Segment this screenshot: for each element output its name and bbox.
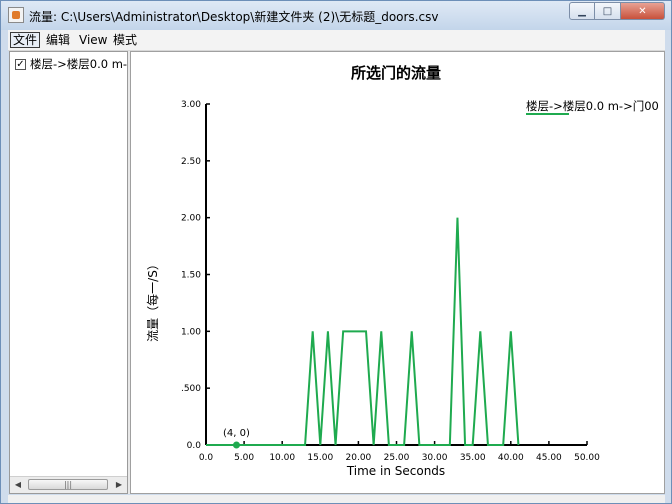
scroll-thumb[interactable]: ||| — [28, 479, 108, 490]
x-tick-label: 40.00 — [498, 453, 524, 463]
x-tick-label: 15.00 — [307, 453, 333, 463]
y-tick-label: 1.50 — [181, 271, 201, 281]
chart-title: 所选门的流量 — [351, 64, 441, 82]
menu-view[interactable]: View — [77, 32, 109, 48]
x-tick-label: 35.00 — [460, 453, 486, 463]
menu-bar: 文件 编辑 View 模式 — [8, 30, 665, 51]
menu-file[interactable]: 文件 — [10, 32, 41, 48]
series-line — [206, 217, 520, 446]
tree-item-door00[interactable]: ✓ 楼层->楼层0.0 m->门00 — [15, 56, 128, 72]
app-window: 流量: C:\Users\Administrator\Desktop\新建文件夹… — [0, 0, 672, 504]
menu-edit[interactable]: 编辑 — [44, 32, 72, 48]
status-strip — [8, 495, 665, 503]
scroll-left-icon[interactable]: ◀ — [10, 477, 26, 493]
x-tick-label: 10.00 — [269, 453, 295, 463]
x-tick-label: 45.00 — [536, 453, 562, 463]
window-controls: ▁ □ ✕ — [569, 2, 665, 20]
x-tick-label: 20.00 — [346, 453, 372, 463]
x-axis-label: Time in Seconds — [346, 464, 445, 478]
scroll-right-icon[interactable]: ▶ — [111, 477, 127, 493]
tree-item-label: 楼层->楼层0.0 m->门00 — [30, 57, 128, 71]
flow-chart: 所选门的流量 流量（每一/S） Time in Seconds 楼层->楼层0.… — [145, 64, 659, 478]
chart-panel: 所选门的流量 流量（每一/S） Time in Seconds 楼层->楼层0.… — [130, 51, 665, 494]
x-tick-label: 5.00 — [234, 453, 254, 463]
y-tick-label: 2.50 — [181, 157, 201, 167]
y-tick-label: 2.00 — [181, 214, 201, 224]
horizontal-scrollbar[interactable]: ◀ ||| ▶ — [10, 476, 127, 493]
x-tick-label: 30.00 — [422, 453, 448, 463]
annotation-label: (4, 0) — [223, 428, 250, 439]
y-tick-label: .500 — [181, 384, 201, 394]
title-bar[interactable]: 流量: C:\Users\Administrator\Desktop\新建文件夹… — [1, 1, 671, 30]
x-tick-label: 0.0 — [199, 453, 214, 463]
annotation-point — [232, 441, 240, 449]
y-tick-label: 1.00 — [181, 327, 201, 337]
minimize-icon[interactable]: ▁ — [569, 2, 595, 20]
x-tick-label: 25.00 — [384, 453, 410, 463]
y-tick-label: 3.00 — [181, 100, 201, 110]
door-checkbox[interactable]: ✓ — [15, 58, 26, 70]
x-tick-label: 50.00 — [574, 453, 600, 463]
maximize-icon[interactable]: □ — [595, 2, 621, 20]
y-tick-label: 0.0 — [187, 441, 202, 451]
door-list-panel: ✓ 楼层->楼层0.0 m->门00 ◀ ||| ▶ — [9, 51, 128, 494]
window-title: 流量: C:\Users\Administrator\Desktop\新建文件夹… — [29, 10, 439, 24]
legend-label: 楼层->楼层0.0 m->门00 — [526, 99, 659, 113]
menu-mode[interactable]: 模式 — [111, 32, 139, 48]
java-app-icon — [8, 7, 24, 23]
y-axis-label: 流量（每一/S） — [145, 258, 160, 342]
close-icon[interactable]: ✕ — [621, 2, 665, 20]
